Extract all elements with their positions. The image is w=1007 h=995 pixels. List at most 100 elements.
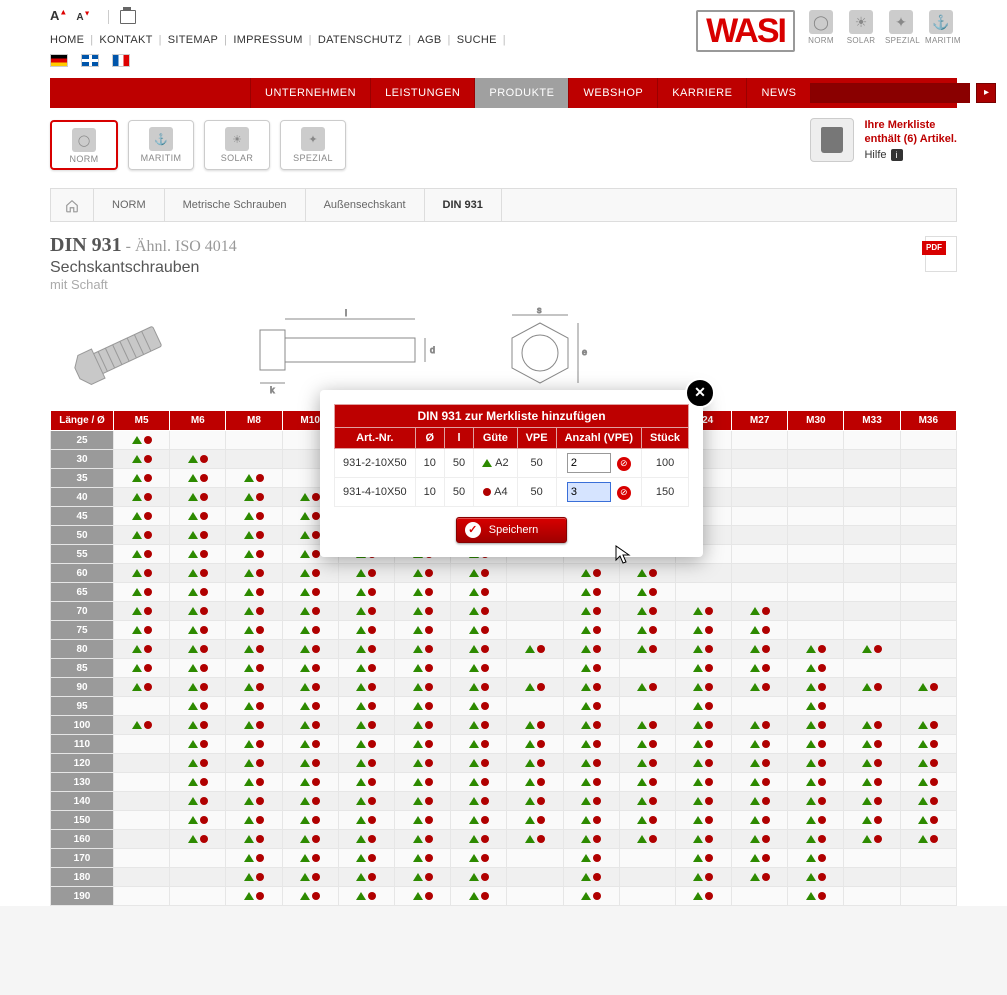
nav-news[interactable]: NEWS [746,78,810,108]
utility-link-sitemap[interactable]: SITEMAP [168,34,218,46]
availability-cell[interactable] [563,697,619,716]
availability-cell[interactable] [619,564,675,583]
availability-cell[interactable] [282,564,338,583]
availability-cell[interactable] [675,773,731,792]
availability-cell[interactable] [338,868,394,887]
availability-cell[interactable] [675,659,731,678]
availability-cell[interactable] [338,640,394,659]
availability-cell[interactable] [451,830,507,849]
col-header[interactable]: M27 [732,411,788,431]
availability-cell[interactable] [170,697,226,716]
availability-cell[interactable] [170,735,226,754]
availability-cell[interactable] [563,773,619,792]
availability-cell[interactable] [338,678,394,697]
utility-link-suche[interactable]: SUCHE [457,34,497,46]
availability-cell[interactable] [170,507,226,526]
availability-cell[interactable] [114,621,170,640]
availability-cell[interactable] [788,792,844,811]
availability-cell[interactable] [282,583,338,602]
availability-cell[interactable] [732,716,788,735]
row-header[interactable]: 95 [51,697,114,716]
availability-cell[interactable] [675,868,731,887]
availability-cell[interactable] [282,830,338,849]
availability-cell[interactable] [114,545,170,564]
availability-cell[interactable] [732,602,788,621]
availability-cell[interactable] [226,659,282,678]
row-header[interactable]: 140 [51,792,114,811]
availability-cell[interactable] [563,830,619,849]
col-header[interactable]: M8 [226,411,282,431]
availability-cell[interactable] [226,887,282,906]
availability-cell[interactable] [563,887,619,906]
availability-cell[interactable] [282,716,338,735]
availability-cell[interactable] [451,583,507,602]
availability-cell[interactable] [282,887,338,906]
availability-cell[interactable] [451,640,507,659]
availability-cell[interactable] [394,697,450,716]
availability-cell[interactable] [394,773,450,792]
availability-cell[interactable] [114,583,170,602]
availability-cell[interactable] [451,849,507,868]
row-header[interactable]: 75 [51,621,114,640]
availability-cell[interactable] [732,792,788,811]
availability-cell[interactable] [226,640,282,659]
anzahl-input[interactable] [567,453,611,473]
col-header[interactable]: M5 [114,411,170,431]
brand-logo[interactable]: WASI [696,10,795,52]
availability-cell[interactable] [563,640,619,659]
availability-cell[interactable] [394,564,450,583]
utility-link-agb[interactable]: AGB [417,34,441,46]
availability-cell[interactable] [563,735,619,754]
availability-cell[interactable] [844,811,900,830]
nav-webshop[interactable]: WEBSHOP [568,78,657,108]
availability-cell[interactable] [170,659,226,678]
availability-cell[interactable] [226,583,282,602]
nav-leistungen[interactable]: LEISTUNGEN [370,78,474,108]
availability-cell[interactable] [619,583,675,602]
availability-cell[interactable] [900,716,956,735]
availability-cell[interactable] [788,640,844,659]
availability-cell[interactable] [394,640,450,659]
availability-cell[interactable] [563,583,619,602]
breadcrumb-item[interactable]: Außensechskant [306,189,425,221]
row-header[interactable]: 25 [51,431,114,450]
availability-cell[interactable] [788,773,844,792]
availability-cell[interactable] [788,830,844,849]
availability-cell[interactable] [563,754,619,773]
row-header[interactable]: 90 [51,678,114,697]
availability-cell[interactable] [451,754,507,773]
availability-cell[interactable] [675,830,731,849]
availability-cell[interactable] [114,564,170,583]
row-header[interactable]: 100 [51,716,114,735]
availability-cell[interactable] [563,678,619,697]
availability-cell[interactable] [394,849,450,868]
row-header[interactable]: 55 [51,545,114,564]
availability-cell[interactable] [844,640,900,659]
nav-unternehmen[interactable]: UNTERNEHMEN [250,78,370,108]
availability-cell[interactable] [394,602,450,621]
availability-cell[interactable] [788,811,844,830]
brand-icon-solar[interactable]: ☀SOLAR [845,10,877,45]
availability-cell[interactable] [114,488,170,507]
availability-cell[interactable] [563,849,619,868]
availability-cell[interactable] [170,773,226,792]
availability-cell[interactable] [451,697,507,716]
availability-cell[interactable] [170,488,226,507]
availability-cell[interactable] [226,735,282,754]
close-icon[interactable]: ✕ [685,378,715,408]
availability-cell[interactable] [226,792,282,811]
row-header[interactable]: 65 [51,583,114,602]
availability-cell[interactable] [170,811,226,830]
availability-cell[interactable] [675,697,731,716]
availability-cell[interactable] [170,583,226,602]
delete-row-icon[interactable]: ⊘ [617,486,631,500]
availability-cell[interactable] [226,754,282,773]
availability-cell[interactable] [507,640,563,659]
availability-cell[interactable] [394,830,450,849]
availability-cell[interactable] [619,811,675,830]
availability-cell[interactable] [170,564,226,583]
breadcrumb-item[interactable]: Metrische Schrauben [165,189,306,221]
availability-cell[interactable] [170,716,226,735]
row-header[interactable]: 30 [51,450,114,469]
search-go-button[interactable]: ▸ [976,83,996,103]
